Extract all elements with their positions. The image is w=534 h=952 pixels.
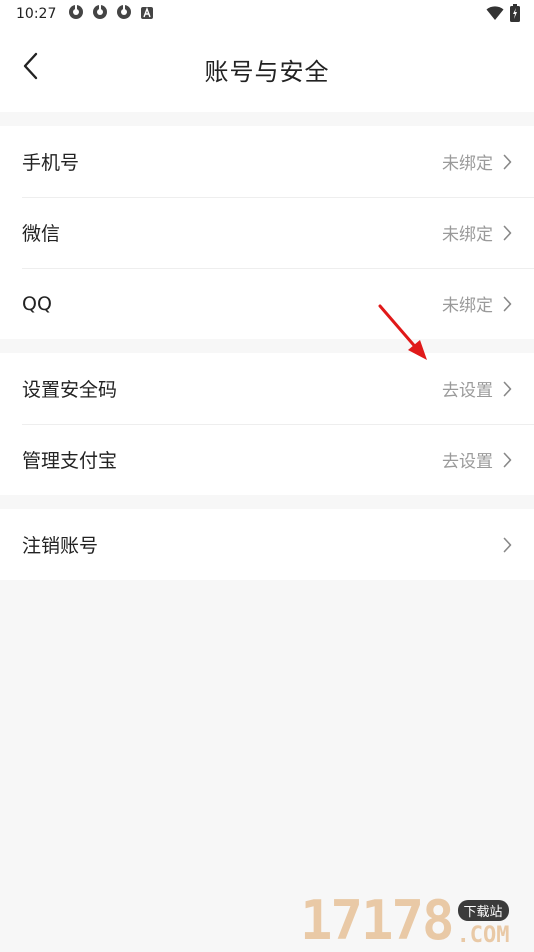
chevron-right-icon	[503, 154, 512, 170]
notification-icon	[116, 4, 132, 24]
notification-icon	[92, 4, 108, 24]
watermark-badge-top: 下载站	[457, 900, 509, 921]
security-section: 设置安全码 去设置 管理支付宝 去设置	[0, 353, 534, 495]
row-value: 未绑定	[442, 225, 493, 245]
battery-icon	[510, 4, 520, 26]
header: 账号与安全	[0, 28, 534, 112]
row-alipay[interactable]: 管理支付宝 去设置	[0, 424, 534, 495]
account-section: 注销账号	[0, 509, 534, 580]
row-security-code[interactable]: 设置安全码 去设置	[0, 353, 534, 424]
status-system-icons	[486, 4, 520, 26]
watermark: 17178 下载站 .COM	[300, 888, 530, 952]
row-value: 去设置	[442, 381, 493, 401]
page-title: 账号与安全	[204, 58, 330, 86]
chevron-right-icon	[503, 452, 512, 468]
row-value: 去设置	[442, 452, 493, 472]
row-value: 未绑定	[442, 154, 493, 174]
row-wechat[interactable]: 微信 未绑定	[0, 197, 534, 268]
watermark-badge-bottom: .COM	[456, 923, 510, 948]
watermark-number: 17178	[300, 889, 455, 952]
row-value: 未绑定	[442, 296, 493, 316]
bindings-section: 手机号 未绑定 微信 未绑定 QQ 未绑定	[0, 126, 534, 339]
status-time: 10:27	[16, 6, 57, 22]
notification-icon	[68, 4, 84, 24]
accessibility-a-icon	[140, 5, 154, 24]
row-label: 微信	[22, 223, 61, 245]
row-label: 设置安全码	[22, 379, 118, 401]
status-bar: 10:27	[0, 0, 534, 28]
chevron-right-icon	[503, 537, 512, 553]
annotation-arrow-icon	[372, 300, 432, 368]
row-label: 手机号	[22, 152, 80, 174]
row-phone[interactable]: 手机号 未绑定	[0, 126, 534, 197]
row-label: 管理支付宝	[22, 450, 118, 472]
wifi-icon	[486, 5, 504, 25]
row-delete-account[interactable]: 注销账号	[0, 509, 534, 580]
chevron-right-icon	[503, 225, 512, 241]
chevron-right-icon	[503, 381, 512, 397]
row-label: QQ	[22, 292, 52, 315]
row-qq[interactable]: QQ 未绑定	[0, 268, 534, 339]
chevron-right-icon	[503, 296, 512, 312]
row-label: 注销账号	[22, 535, 99, 557]
watermark-badge: 下载站 .COM	[457, 900, 510, 948]
status-notification-icons	[68, 4, 154, 24]
